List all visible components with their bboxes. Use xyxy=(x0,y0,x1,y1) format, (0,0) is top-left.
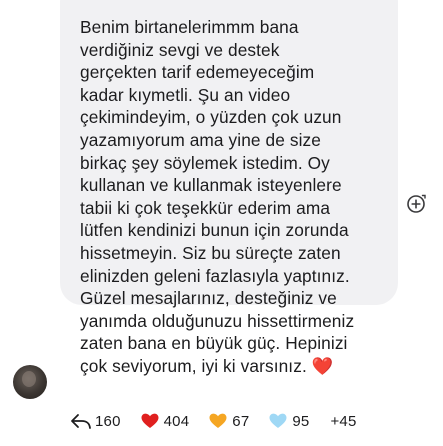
more-reactions-count: +45 xyxy=(330,412,357,430)
add-reaction-icon xyxy=(407,194,426,213)
orange-heart-reaction[interactable]: 67 xyxy=(208,411,249,431)
message-view: Benim birtanelerimmm bana verdiğiniz sev… xyxy=(0,0,443,446)
reply-count: 160 xyxy=(95,412,121,430)
orange-heart-count: 67 xyxy=(232,412,250,430)
more-reactions-button[interactable]: +45 xyxy=(330,413,356,430)
red-heart-count: 404 xyxy=(163,412,190,430)
message-text: Benim birtanelerimmm bana verdiğiniz sev… xyxy=(80,17,355,376)
message-bubble[interactable]: Benim birtanelerimmm bana verdiğiniz sev… xyxy=(60,0,398,376)
red-heart-reaction[interactable]: 404 xyxy=(140,411,190,431)
blue-heart-reaction[interactable]: 95 xyxy=(268,411,309,431)
add-reaction-button[interactable] xyxy=(403,191,429,217)
red-heart-icon xyxy=(140,411,160,431)
blue-heart-icon xyxy=(268,411,288,431)
blue-heart-count: 95 xyxy=(292,412,310,430)
orange-heart-icon xyxy=(208,411,228,431)
reply-count-button[interactable]: 160 xyxy=(70,411,121,431)
reply-arrow-icon xyxy=(70,411,92,431)
avatar[interactable] xyxy=(13,365,47,399)
reaction-bar: 160 404 67 95 +45 xyxy=(70,408,357,434)
